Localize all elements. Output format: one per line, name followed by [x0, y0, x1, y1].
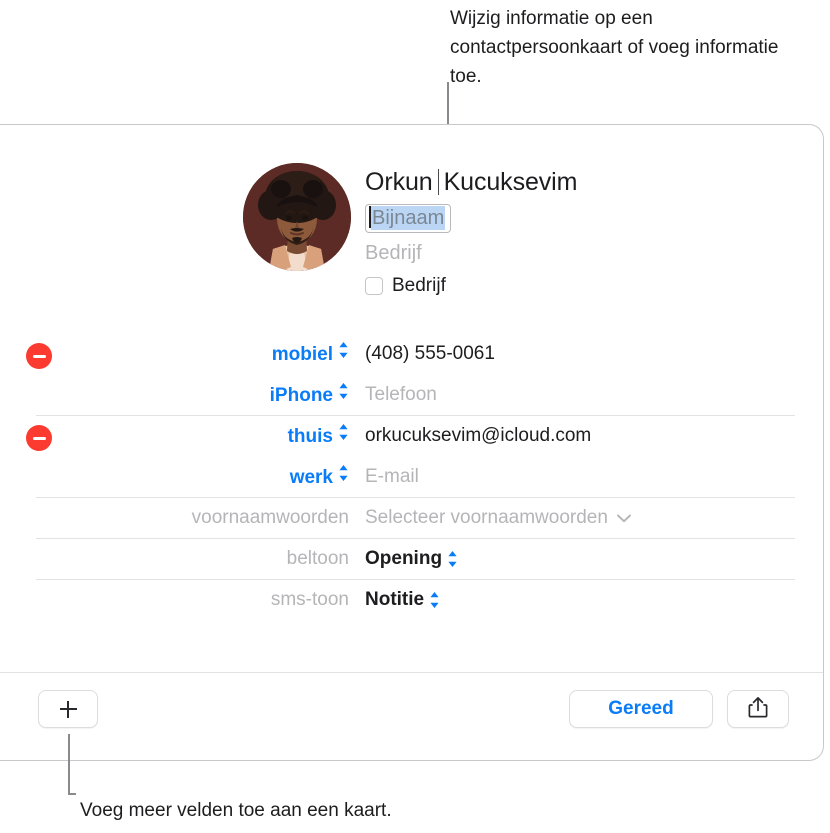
field-label-text: werk — [289, 467, 333, 488]
stepper-icon[interactable] — [338, 341, 349, 359]
delete-field-button[interactable] — [19, 343, 59, 369]
callout-bottom-leader-line — [68, 734, 70, 794]
field-value-input[interactable]: Selecteer voornaamwoorden — [353, 507, 823, 529]
field-label-text: mobiel — [271, 344, 333, 365]
field-value-text: E-mail — [365, 465, 419, 487]
field-label-selector[interactable]: iPhone — [0, 382, 353, 407]
callout-bottom-leader-elbow — [68, 793, 76, 795]
contact-field-row: mobiel (408) 555-0061 — [0, 333, 823, 374]
minus-circle-icon — [26, 343, 52, 369]
contact-full-name[interactable]: Orkun Kucuksevim — [365, 167, 577, 198]
stepper-icon[interactable] — [338, 423, 349, 441]
field-label-text: thuis — [287, 426, 333, 447]
field-value-text: Telefoon — [365, 383, 437, 405]
contact-fields-list: mobiel (408) 555-0061 iPhone Telefoon th… — [0, 333, 823, 620]
field-value-text: orkucuksevim@icloud.com — [365, 424, 592, 446]
field-value-input[interactable]: E-mail — [353, 466, 823, 488]
company-checkbox-row[interactable]: Bedrijf — [365, 275, 577, 297]
contact-field-row: werk E-mail — [0, 456, 823, 497]
contact-field-row: sms-toon Notitie — [0, 579, 823, 620]
field-label-text: beltoon — [286, 547, 349, 569]
field-value-text: Opening — [365, 547, 443, 569]
field-label-selector[interactable]: werk — [0, 464, 353, 489]
field-label-selector: voornaamwoorden — [0, 507, 353, 529]
last-name-text: Kucuksevim — [443, 168, 578, 196]
delete-field-button[interactable] — [19, 425, 59, 451]
field-value-input[interactable]: Notitie — [353, 589, 823, 611]
stepper-icon[interactable] — [447, 550, 458, 568]
share-button[interactable] — [727, 690, 789, 728]
minus-circle-icon — [26, 425, 52, 451]
field-value-input[interactable]: orkucuksevim@icloud.com — [353, 425, 823, 447]
contact-field-row: iPhone Telefoon — [0, 374, 823, 415]
field-label-text: iPhone — [269, 385, 333, 406]
field-label-text: sms-toon — [270, 588, 349, 610]
callout-top-leader-line — [447, 82, 449, 125]
contact-name-block: Orkun Kucuksevim Bijnaam Bedrijf Bedrijf — [365, 167, 577, 297]
nickname-placeholder: Bijnaam — [371, 206, 446, 230]
field-value-text: (408) 555-0061 — [365, 342, 495, 364]
card-toolbar: Gereed — [0, 672, 823, 760]
stepper-icon[interactable] — [338, 382, 349, 400]
contact-card: Orkun Kucuksevim Bijnaam Bedrijf Bedrijf … — [0, 124, 824, 761]
field-label-selector: beltoon — [0, 548, 353, 570]
stepper-icon[interactable] — [338, 464, 349, 482]
field-value-input[interactable]: (408) 555-0061 — [353, 343, 823, 365]
nickname-input[interactable]: Bijnaam — [365, 204, 452, 233]
first-name-text: Orkun — [365, 168, 433, 196]
done-button[interactable]: Gereed — [569, 690, 713, 728]
field-label-selector: sms-toon — [0, 589, 353, 611]
contact-photo-avatar[interactable] — [243, 163, 351, 271]
share-icon — [748, 696, 768, 723]
contact-card-header: Orkun Kucuksevim Bijnaam Bedrijf Bedrijf — [0, 125, 823, 333]
company-checkbox-label: Bedrijf — [392, 275, 446, 296]
callout-bottom-text: Voeg meer velden toe aan een kaart. — [80, 800, 392, 821]
contact-field-row: thuis orkucuksevim@icloud.com — [0, 415, 823, 456]
text-caret — [437, 169, 439, 195]
field-value-text: Notitie — [365, 588, 425, 610]
field-value-input[interactable]: Opening — [353, 548, 823, 570]
contact-field-row: voornaamwoorden Selecteer voornaamwoorde… — [0, 497, 823, 538]
field-value-input[interactable]: Telefoon — [353, 384, 823, 406]
company-checkbox[interactable] — [365, 277, 383, 295]
company-input[interactable]: Bedrijf — [365, 241, 577, 265]
callout-top-text: Wijzig informatie op een contactpersoonk… — [450, 8, 779, 87]
contact-field-row: beltoon Opening — [0, 538, 823, 579]
field-value-text: Selecteer voornaamwoorden — [365, 506, 608, 528]
chevron-down-icon[interactable] — [616, 507, 631, 529]
add-field-button[interactable] — [38, 690, 98, 728]
field-label-text: voornaamwoorden — [191, 506, 349, 528]
stepper-icon[interactable] — [429, 591, 440, 609]
